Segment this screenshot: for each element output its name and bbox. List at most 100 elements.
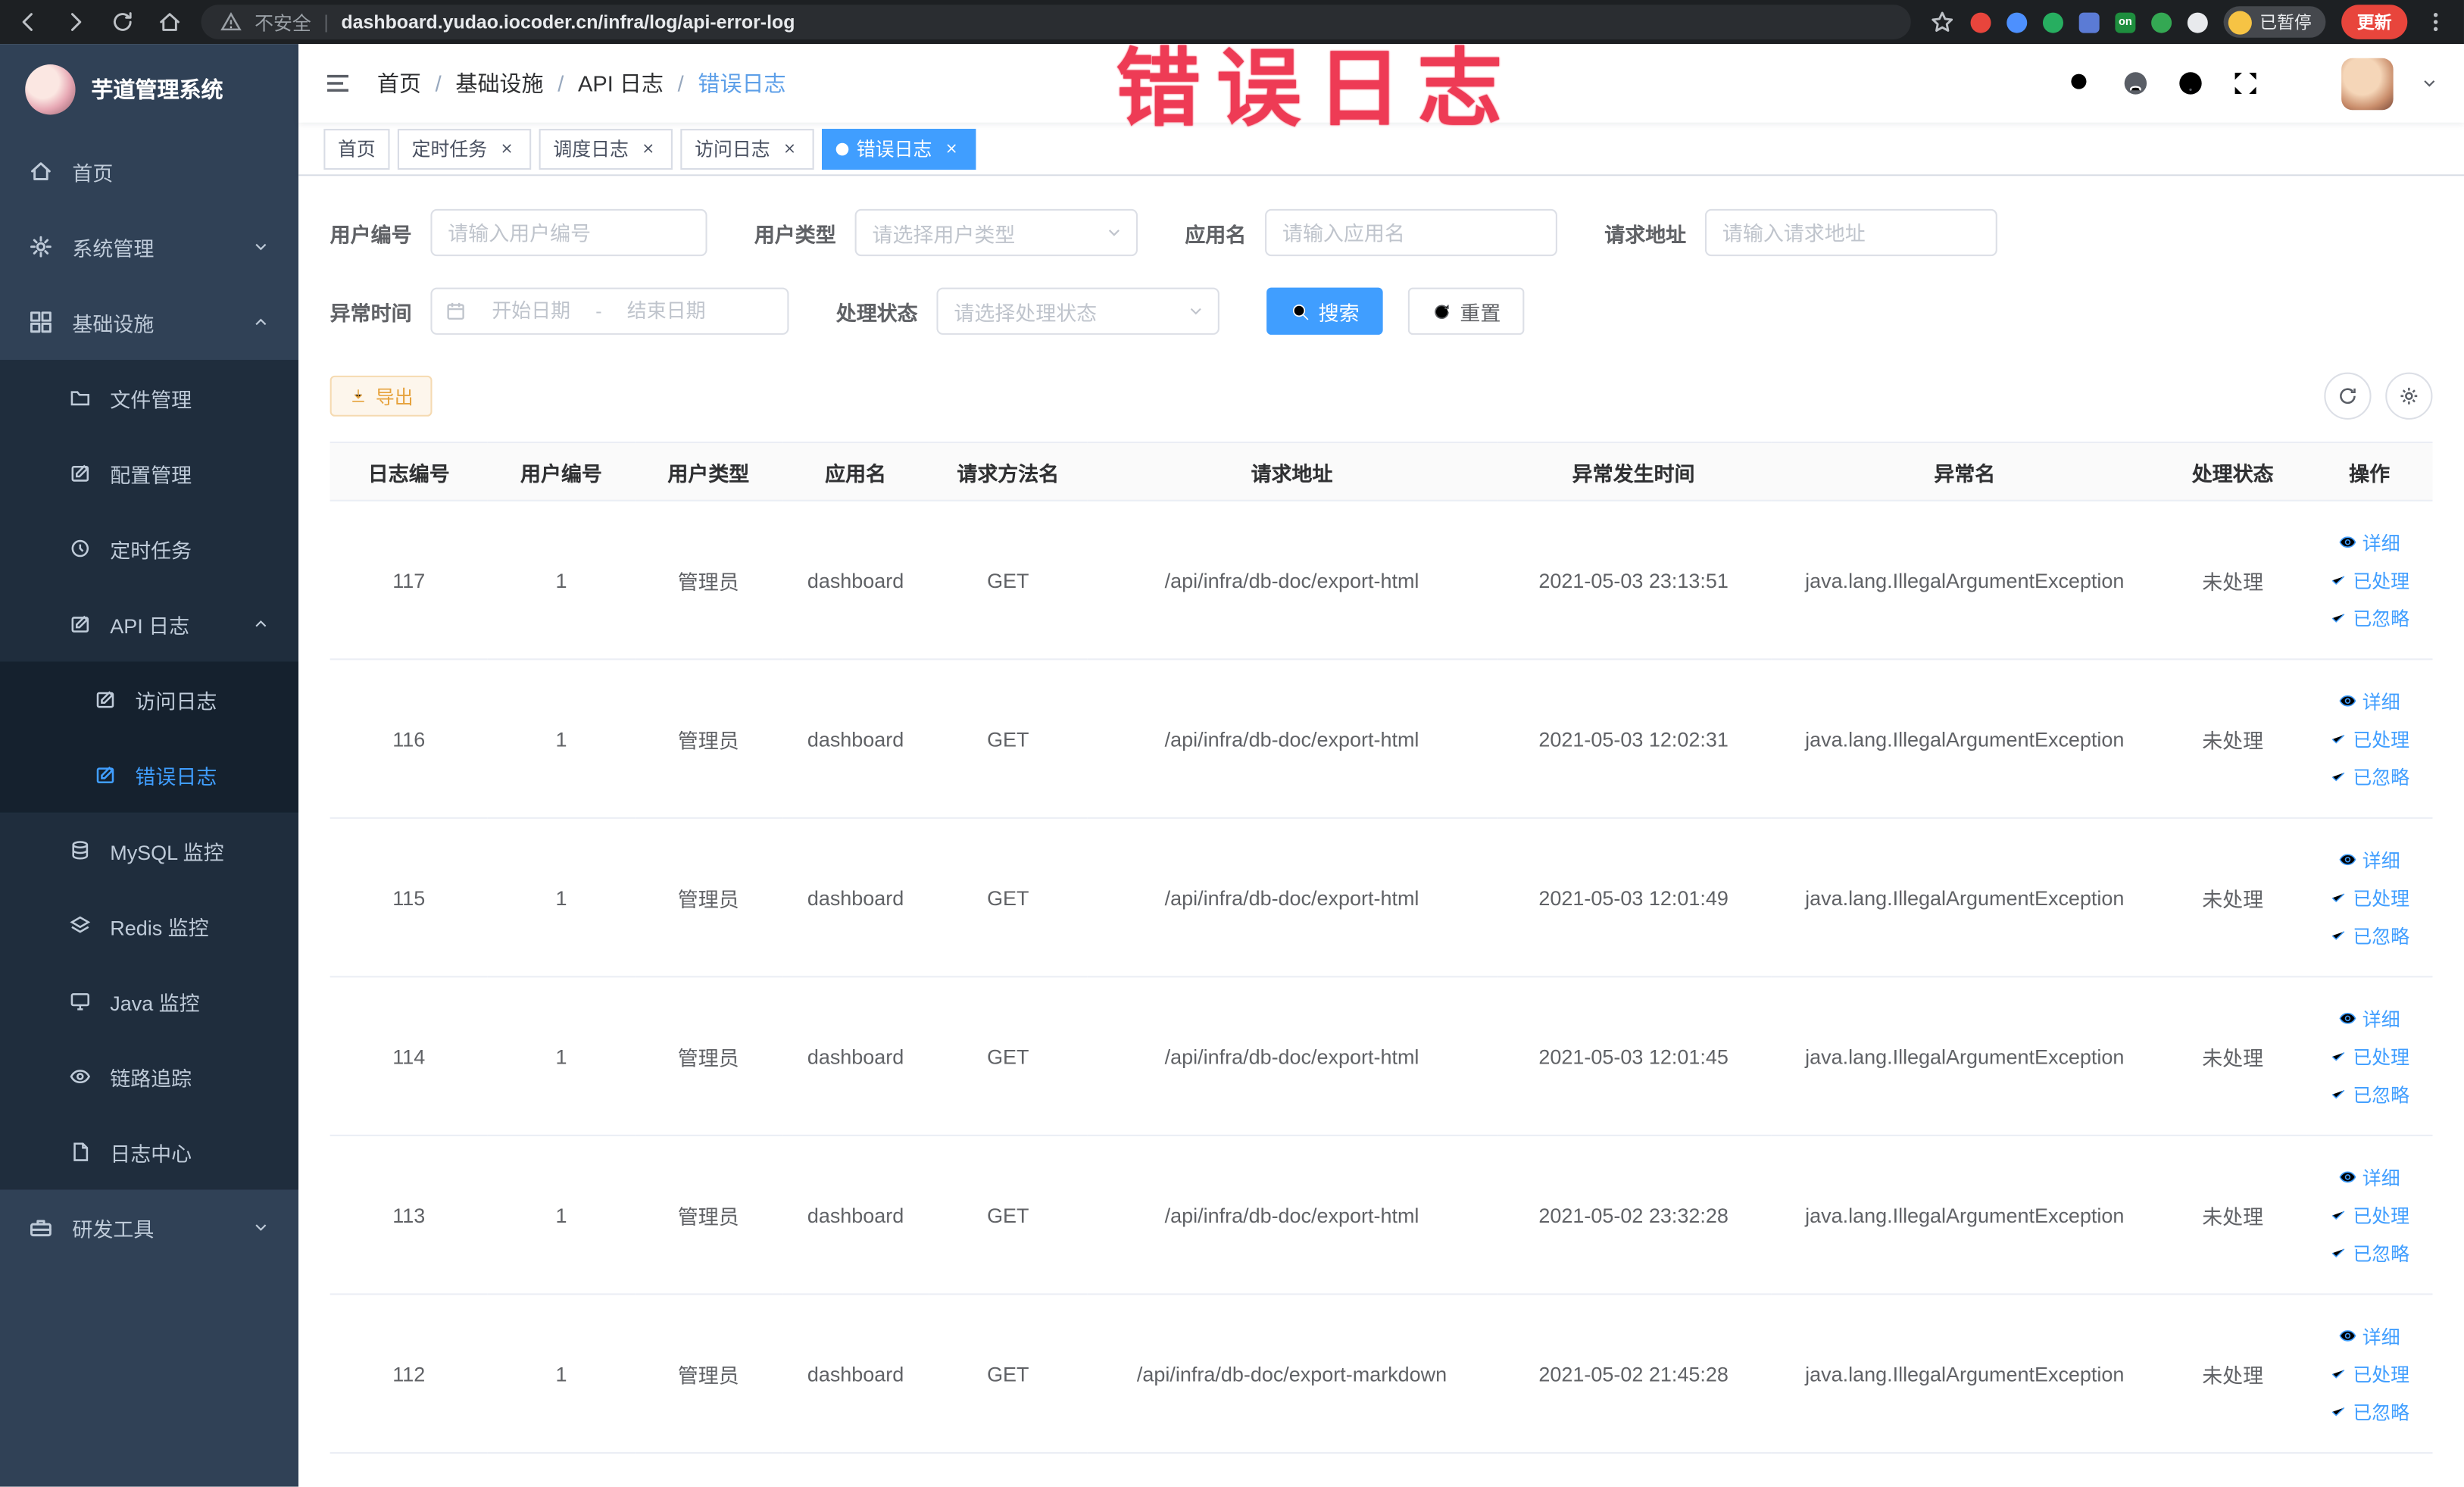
sidebar-item-label: MySQL 监控 bbox=[110, 839, 224, 864]
detail-link[interactable]: 详细 bbox=[2339, 1005, 2400, 1032]
sidebar-item-home[interactable]: 首页 bbox=[0, 133, 298, 209]
mark-ignored-link[interactable]: 已忽略 bbox=[2329, 604, 2409, 631]
monitor-icon bbox=[69, 990, 91, 1012]
mark-ignored-link[interactable]: 已忽略 bbox=[2329, 1398, 2409, 1424]
detail-link[interactable]: 详细 bbox=[2339, 1164, 2400, 1190]
browser-forward-icon[interactable] bbox=[63, 9, 88, 34]
eye-icon bbox=[2339, 1167, 2358, 1186]
tab-home[interactable]: 首页 bbox=[323, 128, 390, 170]
sidebar-item-access-logs[interactable]: 访问日志 bbox=[0, 661, 298, 737]
sidebar-item-config-management[interactable]: 配置管理 bbox=[0, 436, 298, 511]
column-settings-button[interactable] bbox=[2385, 372, 2433, 420]
detail-link[interactable]: 详细 bbox=[2339, 1323, 2400, 1349]
cell-request-url: /api/infra/db-doc/export-markdown bbox=[1086, 1294, 1497, 1454]
tab-close-icon[interactable] bbox=[495, 138, 517, 160]
help-question-icon[interactable] bbox=[2176, 69, 2204, 97]
mark-ignored-link[interactable]: 已忽略 bbox=[2329, 1239, 2409, 1266]
mark-processed-link[interactable]: 已处理 bbox=[2329, 1042, 2409, 1069]
mark-processed-link[interactable]: 已处理 bbox=[2329, 884, 2409, 911]
bookmark-star-icon[interactable] bbox=[1930, 9, 1955, 34]
browser-profile-chip[interactable]: 已暂停 bbox=[2223, 6, 2326, 38]
sidebar-item-mysql-monitor[interactable]: MySQL 监控 bbox=[0, 813, 298, 889]
detail-link[interactable]: 详细 bbox=[2339, 846, 2400, 873]
browser-back-icon[interactable] bbox=[16, 9, 41, 34]
browser-update-button[interactable]: 更新 bbox=[2341, 5, 2408, 39]
refresh-table-button[interactable] bbox=[2324, 372, 2372, 420]
extension-icon[interactable] bbox=[2187, 11, 2208, 33]
export-button[interactable]: 导出 bbox=[329, 375, 433, 417]
cell-actions: 详细 已处理 已忽略 bbox=[2306, 659, 2433, 819]
detail-link[interactable]: 详细 bbox=[2339, 529, 2400, 555]
mark-processed-link[interactable]: 已处理 bbox=[2329, 725, 2409, 751]
sidebar-item-scheduled-tasks[interactable]: 定时任务 bbox=[0, 511, 298, 586]
tab-scheduled-tasks[interactable]: 定时任务 bbox=[397, 128, 532, 170]
address-bar[interactable]: 不安全 | dashboard.yudao.iocoder.cn/infra/l… bbox=[201, 5, 1911, 39]
extension-grid-icon[interactable] bbox=[2078, 11, 2100, 33]
browser-bar: 不安全 | dashboard.yudao.iocoder.cn/infra/l… bbox=[0, 0, 2464, 45]
browser-home-icon[interactable] bbox=[157, 9, 182, 34]
sidebar-item-dev-tools[interactable]: 研发工具 bbox=[0, 1189, 298, 1265]
tab-close-icon[interactable] bbox=[940, 138, 962, 160]
sidebar-item-error-logs[interactable]: 错误日志 bbox=[0, 737, 298, 813]
cell-user-id: 1 bbox=[487, 500, 636, 661]
tab-schedule-logs[interactable]: 调度日志 bbox=[539, 128, 673, 170]
cell-actions: 详细 已处理 已忽略 bbox=[2306, 1294, 2433, 1454]
tab-close-icon[interactable] bbox=[636, 138, 658, 160]
user-id-input[interactable] bbox=[430, 208, 707, 257]
mark-processed-link[interactable]: 已处理 bbox=[2329, 1360, 2409, 1387]
sidebar-item-redis-monitor[interactable]: Redis 监控 bbox=[0, 888, 298, 964]
breadcrumb-item[interactable]: API 日志 bbox=[578, 67, 684, 98]
end-date-input[interactable] bbox=[607, 300, 725, 323]
github-icon[interactable] bbox=[2122, 69, 2150, 97]
sidebar-item-system-management[interactable]: 系统管理 bbox=[0, 209, 298, 285]
sidebar-item-file-management[interactable]: 文件管理 bbox=[0, 360, 298, 436]
breadcrumb-item[interactable]: 基础设施 bbox=[455, 67, 564, 98]
mark-processed-label: 已处理 bbox=[2353, 570, 2410, 592]
select-placeholder: 请选择处理状态 bbox=[954, 301, 1098, 325]
extension-icon[interactable] bbox=[1970, 11, 1991, 33]
sidebar-item-infrastructure[interactable]: 基础设施 bbox=[0, 285, 298, 361]
reset-button[interactable]: 重置 bbox=[1407, 287, 1525, 335]
tab-access-logs[interactable]: 访问日志 bbox=[680, 128, 814, 170]
tab-error-logs[interactable]: 错误日志 bbox=[822, 128, 976, 170]
sidebar-item-java-monitor[interactable]: Java 监控 bbox=[0, 964, 298, 1039]
sidebar-logo[interactable]: 芋道管理系统 bbox=[0, 44, 298, 133]
exception-time-range-picker[interactable]: - bbox=[430, 287, 789, 335]
mark-processed-link[interactable]: 已处理 bbox=[2329, 567, 2409, 593]
cell-user-type: 管理员 bbox=[635, 659, 782, 819]
detail-link-label: 详细 bbox=[2362, 532, 2400, 555]
cell-user-id: 1 bbox=[487, 976, 636, 1136]
breadcrumb-item[interactable]: 首页 bbox=[377, 67, 442, 98]
check-icon bbox=[2329, 1205, 2348, 1224]
avatar-caret-down-icon[interactable] bbox=[2420, 74, 2439, 93]
search-button[interactable]: 搜索 bbox=[1266, 287, 1383, 335]
search-icon[interactable] bbox=[2066, 69, 2094, 97]
extension-icon[interactable] bbox=[2042, 11, 2063, 33]
extension-icon[interactable] bbox=[2006, 11, 2028, 33]
user-avatar[interactable] bbox=[2341, 57, 2394, 110]
cell-app-name: dashboard bbox=[782, 976, 929, 1136]
sidebar-collapse-icon[interactable] bbox=[323, 69, 351, 97]
app-name-input[interactable] bbox=[1265, 208, 1558, 257]
extension-on-badge[interactable]: on bbox=[2115, 11, 2136, 33]
user-type-select[interactable]: 请选择用户类型 bbox=[854, 208, 1138, 257]
browser-menu-kebab-icon[interactable] bbox=[2423, 9, 2448, 34]
eye-icon bbox=[2339, 1009, 2358, 1028]
font-size-icon[interactable] bbox=[2287, 69, 2315, 97]
check-icon bbox=[2329, 1243, 2348, 1262]
process-status-select[interactable]: 请选择处理状态 bbox=[936, 287, 1220, 335]
sidebar-item-trace[interactable]: 链路追踪 bbox=[0, 1039, 298, 1114]
mark-ignored-link[interactable]: 已忽略 bbox=[2329, 922, 2409, 948]
start-date-input[interactable] bbox=[473, 300, 590, 323]
extension-icon[interactable] bbox=[2151, 11, 2172, 33]
tab-close-icon[interactable] bbox=[778, 138, 800, 160]
fullscreen-icon[interactable] bbox=[2231, 69, 2259, 97]
request-url-input[interactable] bbox=[1705, 208, 1997, 257]
sidebar-item-api-logs[interactable]: API 日志 bbox=[0, 586, 298, 662]
mark-processed-link[interactable]: 已处理 bbox=[2329, 1201, 2409, 1228]
mark-ignored-link[interactable]: 已忽略 bbox=[2329, 763, 2409, 789]
detail-link[interactable]: 详细 bbox=[2339, 688, 2400, 714]
browser-reload-icon[interactable] bbox=[110, 9, 135, 34]
sidebar-item-log-center[interactable]: 日志中心 bbox=[0, 1114, 298, 1190]
mark-ignored-link[interactable]: 已忽略 bbox=[2329, 1080, 2409, 1107]
